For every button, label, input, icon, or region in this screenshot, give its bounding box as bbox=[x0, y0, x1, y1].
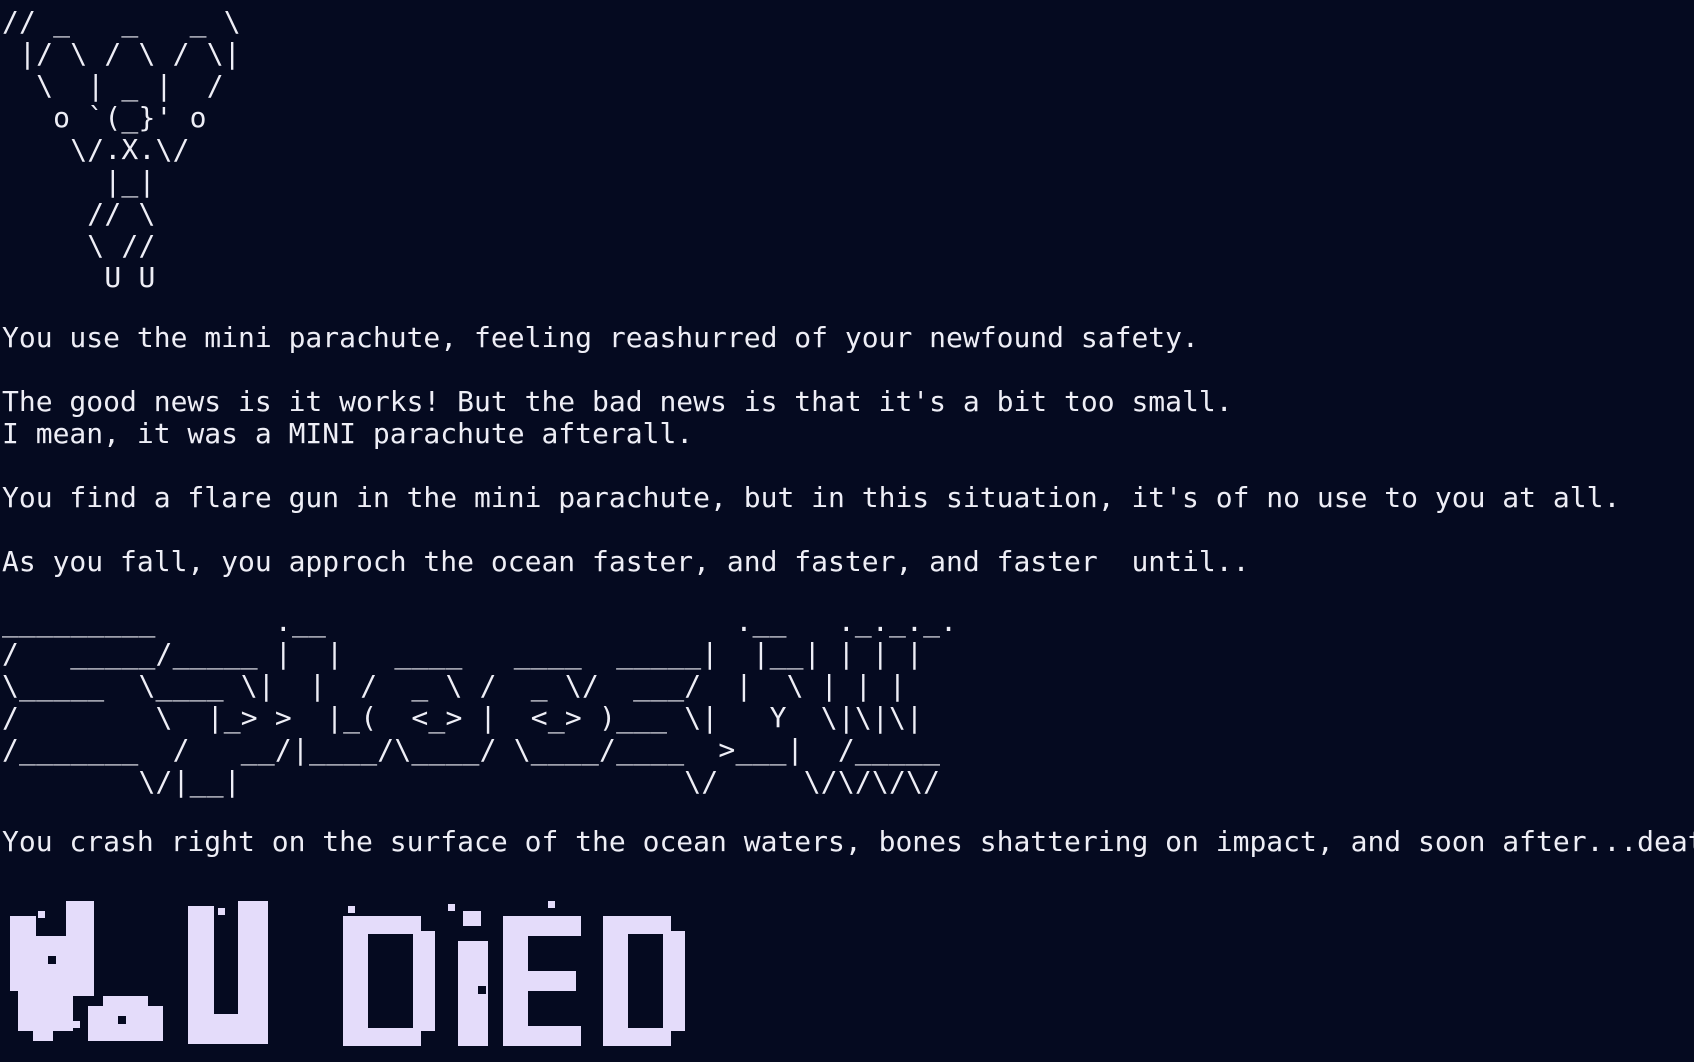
banner-letter-d bbox=[366, 1028, 421, 1046]
banner-letter-d2 bbox=[663, 931, 685, 1031]
splash-ascii-art: _________ .__ .__ ._._._. / _____/_____ … bbox=[2, 605, 958, 798]
banner-speckle bbox=[118, 1016, 126, 1024]
banner-letter-d bbox=[343, 916, 368, 1046]
banner-letter-y bbox=[66, 901, 94, 996]
banner-speckle bbox=[548, 951, 556, 959]
banner-speckle bbox=[78, 1006, 86, 1014]
banner-speckle bbox=[478, 986, 486, 994]
banner-letter-d bbox=[366, 916, 421, 934]
banner-letter-o bbox=[103, 996, 148, 1008]
story-line: You find a flare gun in the mini parachu… bbox=[2, 481, 1621, 514]
banner-speckle bbox=[548, 1001, 556, 1009]
terminal-window: // _ _ _ \ |/ \ / \ / \| \ | _ | / o `(_… bbox=[0, 0, 1694, 1062]
banner-dot bbox=[38, 911, 45, 918]
banner-speckle bbox=[48, 956, 56, 964]
banner-speckle bbox=[638, 956, 646, 964]
story-line: You use the mini parachute, feeling reas… bbox=[2, 321, 1199, 354]
story-line: As you fall, you approch the ocean faste… bbox=[2, 545, 1250, 578]
banner-letter-d2 bbox=[603, 916, 628, 1046]
banner-dot bbox=[548, 901, 555, 908]
banner-speckle bbox=[388, 981, 396, 989]
banner-letter-y bbox=[36, 936, 66, 996]
banner-speckle bbox=[368, 956, 376, 964]
deer-ascii-art: // _ _ _ \ |/ \ / \ / \| \ | _ | / o `(_… bbox=[2, 5, 241, 294]
banner-dot bbox=[218, 908, 225, 915]
banner-speckle bbox=[373, 1006, 381, 1014]
banner-letter-e bbox=[526, 971, 576, 991]
banner-letter-e bbox=[503, 916, 528, 1046]
banner-letter-y bbox=[33, 1031, 53, 1041]
banner-letter-u bbox=[188, 1014, 268, 1044]
you-died-banner: YoU DiED bbox=[8, 896, 688, 1046]
banner-letter-u bbox=[238, 901, 268, 1016]
story-text: You use the mini parachute, feeling reas… bbox=[2, 322, 1694, 578]
banner-speckle bbox=[218, 956, 226, 964]
banner-letter-i bbox=[463, 911, 481, 926]
banner-letter-y bbox=[10, 916, 36, 991]
story-line: I mean, it was a MINI parachute afterall… bbox=[2, 417, 694, 450]
banner-speckle bbox=[638, 1006, 646, 1014]
story-line: The good news is it works! But the bad n… bbox=[2, 385, 1233, 418]
banner-dot bbox=[73, 1021, 80, 1028]
banner-letter-d bbox=[413, 931, 435, 1031]
banner-dot bbox=[348, 906, 355, 913]
banner-letter-e bbox=[526, 916, 581, 936]
ending-text: You crash right on the surface of the oc… bbox=[2, 825, 1694, 858]
banner-letter-e bbox=[526, 1026, 581, 1046]
banner-letter-u bbox=[188, 906, 214, 1016]
banner-letter-y bbox=[18, 991, 73, 1031]
you-died-pixel-art: YoU DiED bbox=[10, 901, 685, 1046]
banner-dot bbox=[448, 904, 455, 911]
